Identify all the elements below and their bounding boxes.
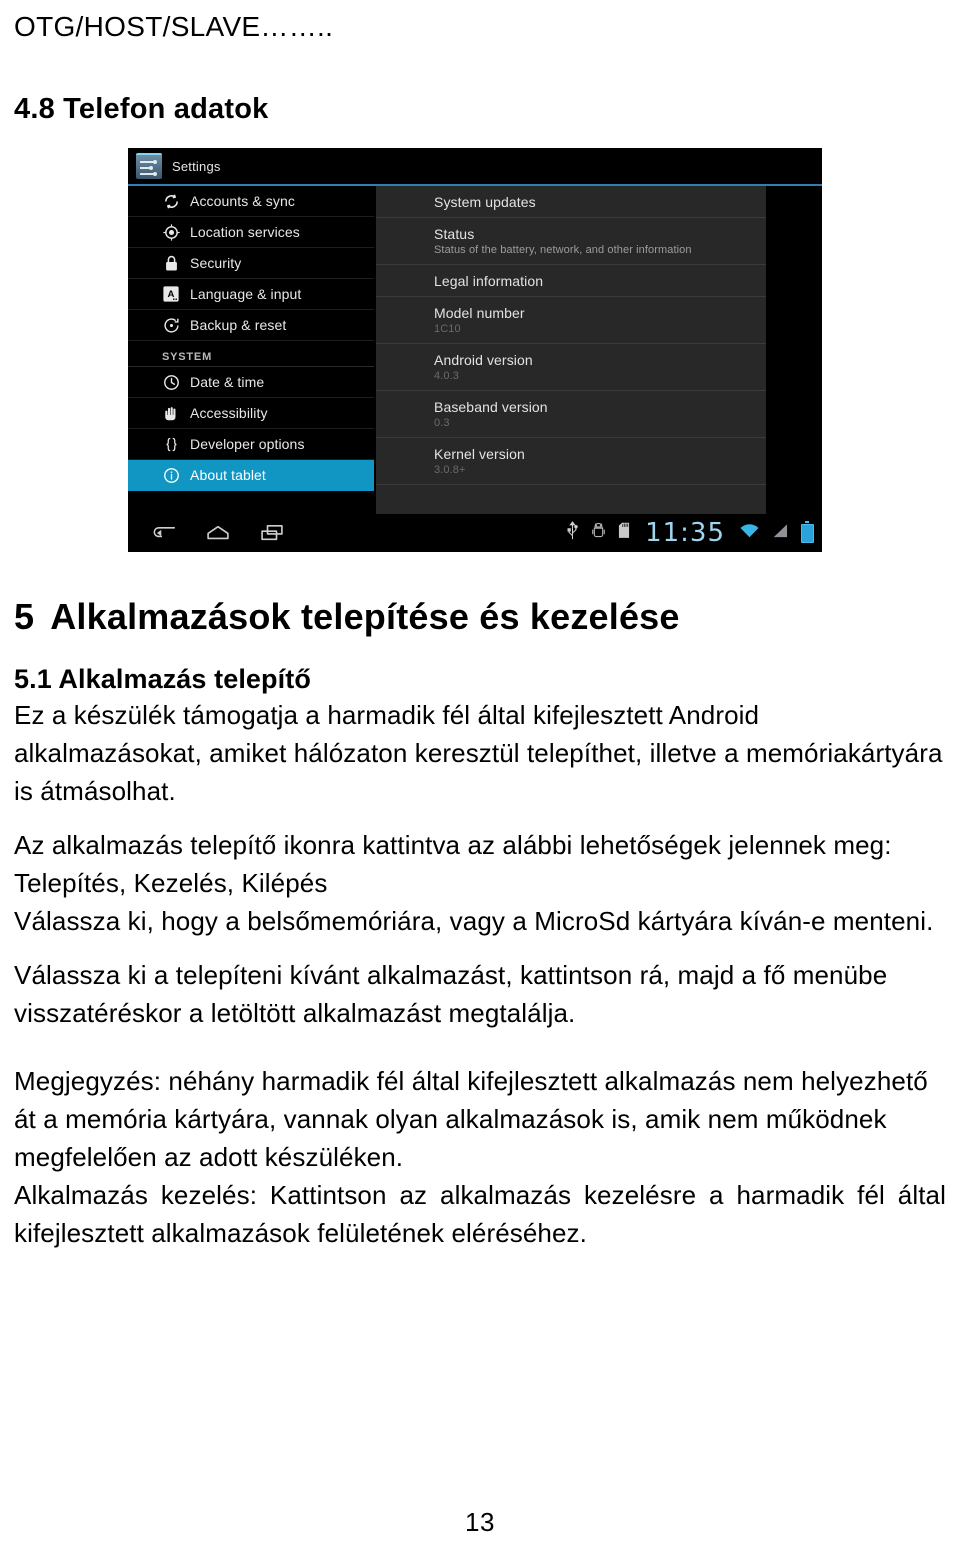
language-icon: A bbox=[162, 285, 180, 303]
sidebar-item-label: Location services bbox=[190, 224, 300, 240]
detail-row-value: Status of the battery, network, and othe… bbox=[434, 244, 692, 256]
recent-apps-icon[interactable] bbox=[260, 524, 284, 542]
paragraph-2-line-1: Az alkalmazás telepítő ikonra kattintva … bbox=[14, 830, 892, 860]
sidebar-item-label: Backup & reset bbox=[190, 317, 287, 333]
paragraph-2-line-2: Telepítés, Kezelés, Kilépés bbox=[14, 868, 328, 898]
android-settings-screenshot: Settings Accounts & sync Location servic… bbox=[128, 148, 822, 552]
chapter-heading: 5 Alkalmazások telepítése és kezelése bbox=[14, 596, 946, 638]
detail-row-system-updates[interactable]: System updates bbox=[376, 186, 766, 218]
sidebar-item-developer-options[interactable]: Developer options bbox=[128, 429, 374, 460]
chapter-title: Alkalmazások telepítése és kezelése bbox=[50, 596, 680, 637]
sd-card-icon bbox=[618, 522, 630, 544]
chapter-number: 5 bbox=[14, 596, 35, 637]
action-bar: Settings bbox=[128, 148, 822, 186]
sidebar-item-language-input[interactable]: A Language & input bbox=[128, 279, 374, 310]
backup-reset-icon bbox=[162, 316, 180, 334]
sidebar-item-label: Security bbox=[190, 255, 242, 271]
signal-icon bbox=[772, 523, 788, 543]
detail-row-kernel-version: Kernel version 3.0.8+ bbox=[376, 438, 766, 485]
detail-row-title: Baseband version bbox=[434, 399, 548, 415]
document-page: OTG/HOST/SLAVE…….. 4.8 Telefon adatok Se… bbox=[0, 10, 960, 1560]
detail-row-android-version: Android version 4.0.3 bbox=[376, 344, 766, 391]
svg-text:A: A bbox=[168, 289, 175, 300]
detail-row-legal-information[interactable]: Legal information bbox=[376, 265, 766, 297]
section-heading-4-8: 4.8 Telefon adatok bbox=[14, 93, 269, 125]
sidebar-item-backup-reset[interactable]: Backup & reset bbox=[128, 310, 374, 341]
paragraph-6: Alkalmazás kezelés: Kattintson az alkalm… bbox=[14, 1180, 946, 1248]
detail-row-value: 4.0.3 bbox=[434, 370, 459, 382]
detail-row-title: Android version bbox=[434, 352, 533, 368]
page-number: 13 bbox=[465, 1507, 495, 1537]
sidebar-item-label: Date & time bbox=[190, 374, 265, 390]
paragraph-4: Válassza ki a telepíteni kívánt alkalmaz… bbox=[14, 960, 888, 1028]
status-bar-clock: 11:35 bbox=[645, 518, 725, 548]
back-icon[interactable] bbox=[150, 524, 176, 542]
detail-row-model-number: Model number 1C10 bbox=[376, 297, 766, 344]
sidebar-item-label: Language & input bbox=[190, 286, 302, 302]
sidebar-item-label: Accessibility bbox=[190, 405, 268, 421]
wifi-icon bbox=[740, 523, 759, 543]
running-header: OTG/HOST/SLAVE…….. bbox=[14, 11, 334, 42]
detail-row-value: 1C10 bbox=[434, 323, 461, 335]
paragraph-3: Válassza ki, hogy a belsőmemóriára, vagy… bbox=[14, 906, 934, 936]
detail-row-title: Model number bbox=[434, 305, 525, 321]
lock-icon bbox=[162, 254, 180, 272]
sidebar-item-label: About tablet bbox=[190, 467, 266, 483]
clock-icon bbox=[162, 373, 180, 391]
detail-row-status[interactable]: Status Status of the battery, network, a… bbox=[376, 218, 766, 265]
detail-row-value: 3.0.8+ bbox=[434, 464, 466, 476]
sidebar-item-accounts-sync[interactable]: Accounts & sync bbox=[128, 186, 374, 217]
system-navigation-bar[interactable]: 11:35 bbox=[128, 514, 822, 552]
about-tablet-detail-pane[interactable]: System updates Status Status of the batt… bbox=[376, 186, 766, 514]
detail-row-value: 0.3 bbox=[434, 417, 450, 429]
settings-sidebar[interactable]: Accounts & sync Location services Securi… bbox=[128, 186, 374, 514]
sync-icon bbox=[162, 192, 180, 210]
sidebar-item-accessibility[interactable]: Accessibility bbox=[128, 398, 374, 429]
sidebar-category-system: SYSTEM bbox=[128, 341, 374, 367]
paragraph-1: Ez a készülék támogatja a harmadik fél á… bbox=[14, 700, 943, 806]
section-heading-5-1: 5.1 Alkalmazás telepítő bbox=[14, 664, 311, 694]
detail-row-baseband-version: Baseband version 0.3 bbox=[376, 391, 766, 438]
detail-row-title: Kernel version bbox=[434, 446, 525, 462]
detail-row-title: System updates bbox=[434, 194, 536, 210]
detail-row-title: Status bbox=[434, 226, 475, 242]
sidebar-item-date-time[interactable]: Date & time bbox=[128, 367, 374, 398]
sidebar-item-about-tablet[interactable]: About tablet bbox=[128, 460, 374, 491]
action-bar-title: Settings bbox=[172, 158, 221, 174]
sidebar-item-label: Accounts & sync bbox=[190, 193, 295, 209]
home-icon[interactable] bbox=[206, 524, 230, 542]
info-icon bbox=[162, 466, 180, 484]
hand-icon bbox=[162, 404, 180, 422]
location-icon bbox=[162, 223, 180, 241]
braces-icon bbox=[162, 435, 180, 453]
sidebar-item-security[interactable]: Security bbox=[128, 248, 374, 279]
settings-sliders-icon bbox=[136, 153, 162, 179]
sidebar-item-location-services[interactable]: Location services bbox=[128, 217, 374, 248]
sidebar-item-label: Developer options bbox=[190, 436, 305, 452]
usb-icon bbox=[566, 521, 579, 545]
detail-row-title: Legal information bbox=[434, 273, 544, 289]
android-debug-icon bbox=[592, 522, 605, 544]
paragraph-5: Megjegyzés: néhány harmadik fél által ki… bbox=[14, 1066, 928, 1172]
battery-charging-icon bbox=[801, 520, 814, 543]
